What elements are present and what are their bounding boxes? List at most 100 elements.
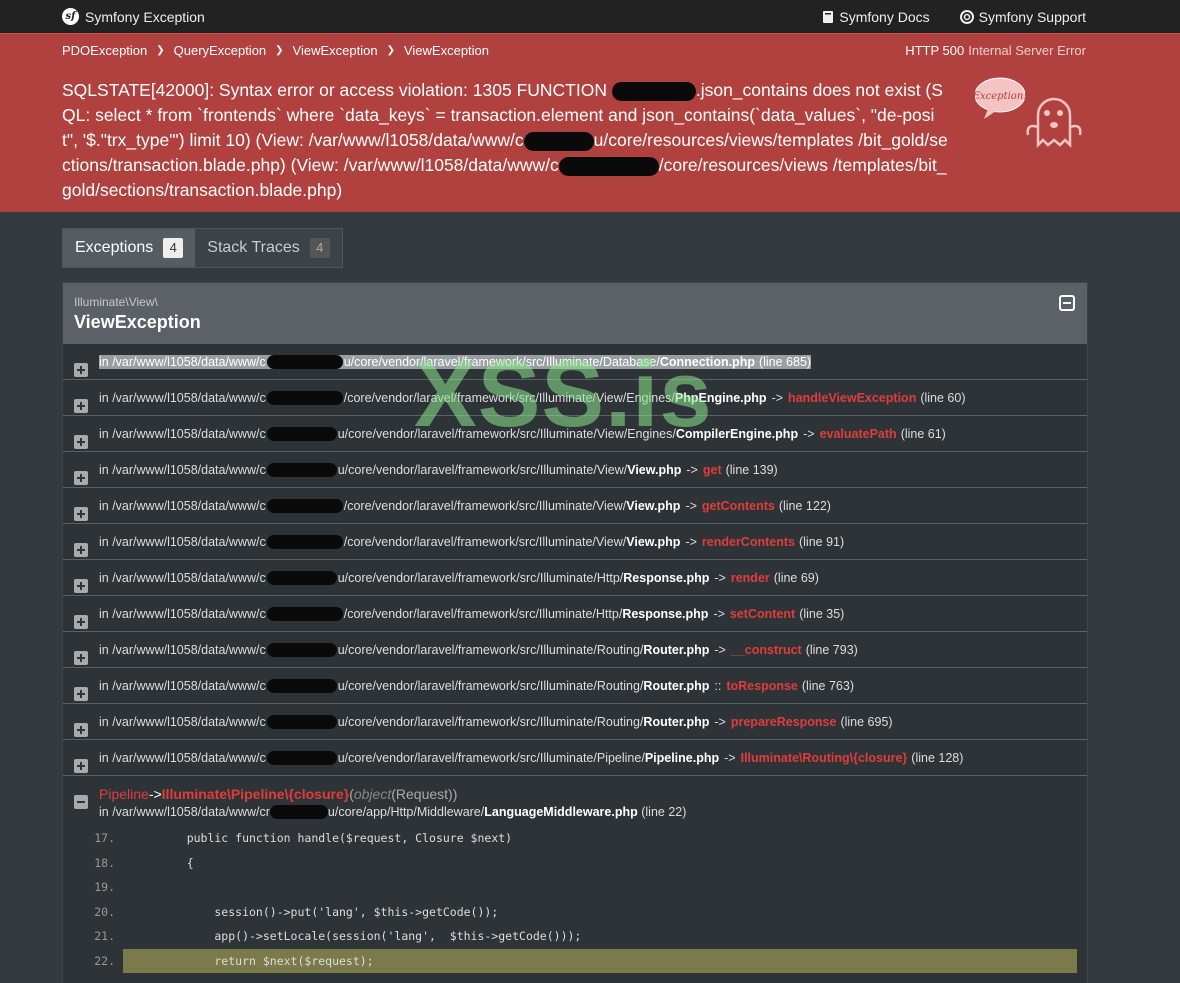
line-number: 21. bbox=[94, 929, 115, 944]
breadcrumb-item[interactable]: QueryException bbox=[174, 43, 267, 58]
plus-icon[interactable] bbox=[74, 543, 88, 557]
status-code: HTTP 500 bbox=[905, 43, 965, 58]
brand[interactable]: sf Symfony Exception bbox=[62, 8, 205, 25]
http-status: HTTP 500 Internal Server Error bbox=[905, 43, 1086, 58]
redaction bbox=[611, 81, 696, 101]
plus-icon[interactable] bbox=[74, 507, 88, 521]
path-text: in /var/www/l1058/data/www/cr bbox=[99, 805, 270, 819]
trace-text: in /var/www/l1058/data/www/c/core/vendor… bbox=[99, 534, 845, 549]
trace-file: Router.php bbox=[643, 678, 710, 693]
trace-row[interactable]: in /var/www/l1058/data/www/c/core/vendor… bbox=[63, 595, 1087, 631]
trace-function[interactable]: evaluatePath bbox=[820, 427, 897, 441]
collapse-icon[interactable] bbox=[1059, 295, 1075, 311]
trace-path: /core/vendor/laravel/framework/src/Illum… bbox=[343, 498, 627, 513]
trace-file: Response.php bbox=[622, 606, 709, 621]
expanded-trace-frame[interactable]: Pipeline->Illuminate\Pipeline\{closure} (… bbox=[63, 775, 1087, 819]
trace-arrow: -> bbox=[714, 570, 726, 585]
line-number: 19. bbox=[94, 880, 115, 895]
code-line: 21. app()->setLocale(session('lang', $th… bbox=[63, 924, 1087, 949]
trace-path: u/core/vendor/laravel/framework/src/Illu… bbox=[337, 714, 644, 729]
trace-function[interactable]: Illuminate\Routing\{closure} bbox=[741, 751, 908, 765]
trace-line: (line 91) bbox=[798, 534, 845, 549]
book-icon bbox=[823, 10, 834, 23]
redaction bbox=[266, 750, 337, 765]
trace-line: (line 69) bbox=[773, 570, 819, 585]
plus-icon[interactable] bbox=[74, 471, 88, 485]
trace-arrow: -> bbox=[724, 750, 736, 765]
trace-row[interactable]: in /var/www/l1058/data/www/c u/core/vendo… bbox=[63, 667, 1087, 703]
redaction bbox=[266, 462, 337, 477]
trace-row[interactable]: in /var/www/l1058/data/www/c/core/vendor… bbox=[63, 523, 1087, 559]
trace-row[interactable]: in /var/www/l1058/data/www/c/core/vendor… bbox=[63, 379, 1087, 415]
trace-file: View.php bbox=[626, 498, 681, 513]
code-line: 17. public function handle($request, Clo… bbox=[63, 826, 1087, 851]
tab-exceptions[interactable]: Exceptions 4 bbox=[63, 229, 196, 267]
trace-text: in /var/www/l1058/data/www/c/core/vendor… bbox=[99, 606, 844, 621]
redaction bbox=[266, 354, 343, 369]
trace-function[interactable]: get bbox=[703, 463, 722, 477]
plus-icon[interactable] bbox=[74, 759, 88, 773]
trace-path: u/core/vendor/laravel/framework/src/Illu… bbox=[343, 354, 660, 369]
exception-header: SQLSTATE[42000]: Syntax error or access … bbox=[0, 67, 1180, 212]
tab-stack-traces[interactable]: Stack Traces 4 bbox=[195, 229, 341, 267]
trace-line: (line 685) bbox=[758, 354, 812, 369]
plus-icon[interactable] bbox=[74, 579, 88, 593]
breadcrumb-item[interactable]: ViewException bbox=[404, 43, 489, 58]
trace-row[interactable]: in /var/www/l1058/data/www/c u/core/vendo… bbox=[63, 739, 1087, 775]
trace-function[interactable]: toResponse bbox=[726, 679, 798, 693]
plus-icon[interactable] bbox=[74, 363, 88, 377]
trace-path: /core/vendor/laravel/framework/src/Illum… bbox=[343, 606, 623, 621]
plus-icon[interactable] bbox=[74, 615, 88, 629]
minus-icon[interactable] bbox=[74, 795, 88, 809]
trace-function[interactable]: setContent bbox=[730, 607, 795, 621]
trace-row[interactable]: in /var/www/l1058/data/www/c u/core/vendo… bbox=[63, 415, 1087, 451]
trace-row[interactable]: in /var/www/l1058/data/www/c u/core/vendo… bbox=[63, 703, 1087, 739]
trace-function[interactable]: handleViewException bbox=[788, 391, 916, 405]
trace-function[interactable]: render bbox=[731, 571, 770, 585]
breadcrumb: PDOException ❯ QueryException ❯ ViewExce… bbox=[62, 43, 489, 58]
redaction bbox=[266, 678, 337, 693]
trace-file: Response.php bbox=[623, 570, 710, 585]
line-number: 20. bbox=[94, 904, 115, 919]
plus-icon[interactable] bbox=[74, 723, 88, 737]
plus-icon[interactable] bbox=[74, 651, 88, 665]
frame-line: (line 22) bbox=[641, 805, 687, 819]
plus-icon[interactable] bbox=[74, 399, 88, 413]
trace-path: /core/vendor/laravel/framework/src/Illum… bbox=[343, 390, 675, 405]
chevron-right-icon: ❯ bbox=[386, 45, 395, 56]
trace-arrow: -> bbox=[685, 498, 697, 513]
redaction bbox=[266, 534, 343, 549]
trace-text: in /var/www/l1058/data/www/c/core/vendor… bbox=[99, 390, 966, 405]
redaction bbox=[266, 714, 337, 729]
trace-path: /core/vendor/laravel/framework/src/Illum… bbox=[343, 534, 627, 549]
redaction bbox=[269, 805, 328, 819]
top-bar: sf Symfony Exception Symfony Docs Symfon… bbox=[0, 0, 1180, 33]
trace-row[interactable]: in /var/www/l1058/data/www/c u/core/vendo… bbox=[63, 559, 1087, 595]
trace-path: u/core/vendor/laravel/framework/src/Illu… bbox=[337, 678, 644, 693]
symfony-support-link[interactable]: Symfony Support bbox=[959, 9, 1086, 25]
trace-function[interactable]: prepareResponse bbox=[731, 715, 837, 729]
trace-function[interactable]: getContents bbox=[702, 499, 775, 513]
trace-row[interactable]: in /var/www/l1058/data/www/c u/core/vendo… bbox=[63, 631, 1087, 667]
trace-file: Router.php bbox=[643, 714, 710, 729]
trace-function[interactable]: __construct bbox=[731, 643, 802, 657]
trace-path: u/core/vendor/laravel/framework/src/Illu… bbox=[337, 750, 645, 765]
trace-path: in /var/www/l1058/data/www/c bbox=[99, 354, 266, 369]
trace-row[interactable]: in /var/www/l1058/data/www/c/core/vendor… bbox=[63, 487, 1087, 523]
symfony-docs-link[interactable]: Symfony Docs bbox=[822, 9, 930, 25]
trace-row[interactable]: in /var/www/l1058/data/www/c u/core/vendo… bbox=[63, 451, 1087, 487]
brand-title: Symfony Exception bbox=[85, 8, 205, 25]
trace-arrow: -> bbox=[771, 390, 784, 405]
trace-file: Router.php bbox=[643, 642, 710, 657]
breadcrumb-item[interactable]: PDOException bbox=[62, 43, 147, 58]
plus-icon[interactable] bbox=[74, 687, 88, 701]
plus-icon[interactable] bbox=[74, 435, 88, 449]
redaction bbox=[266, 498, 343, 513]
trace-function[interactable]: renderContents bbox=[702, 535, 795, 549]
trace-path: in /var/www/l1058/data/www/c bbox=[99, 678, 266, 693]
line-number: 22. bbox=[94, 953, 115, 968]
trace-row[interactable]: in /var/www/l1058/data/www/c u/core/vendo… bbox=[63, 343, 1087, 379]
trace-path: in /var/www/l1058/data/www/c bbox=[99, 498, 266, 513]
breadcrumb-item[interactable]: ViewException bbox=[293, 43, 378, 58]
code-line: 18. { bbox=[63, 851, 1087, 876]
